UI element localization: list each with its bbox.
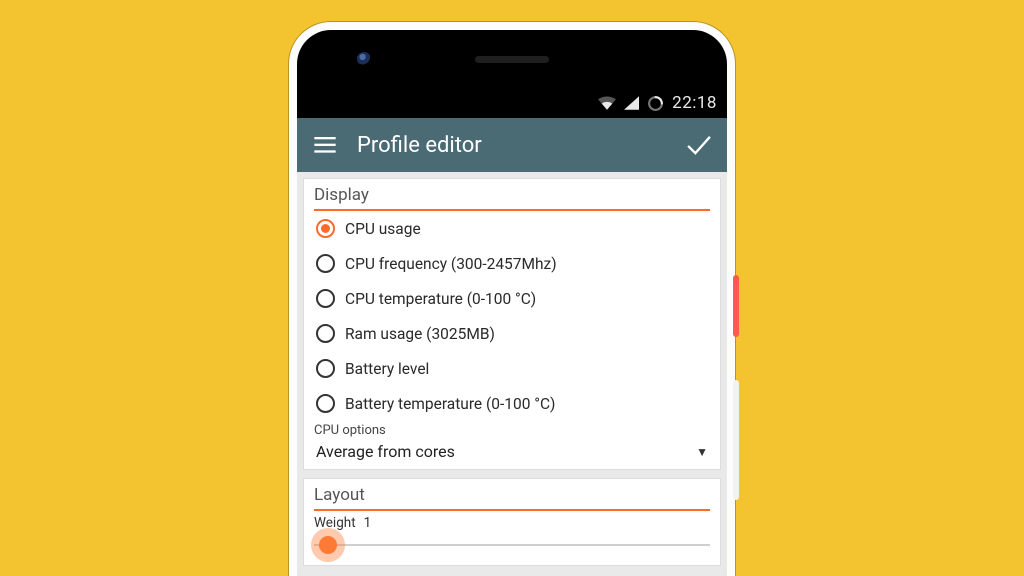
front-camera-icon xyxy=(357,52,371,66)
speaker-grille xyxy=(475,56,549,63)
wifi-icon xyxy=(598,96,616,110)
display-option-label: CPU usage xyxy=(345,220,421,238)
display-option[interactable]: Battery temperature (0-100 °C) xyxy=(314,386,710,421)
radio-icon xyxy=(316,219,335,238)
loading-spinner-icon xyxy=(647,95,664,112)
cpu-options-dropdown[interactable]: Average from cores ▼ xyxy=(314,438,710,461)
display-option[interactable]: Ram usage (3025MB) xyxy=(314,316,710,351)
weight-slider[interactable] xyxy=(314,533,710,557)
display-option-label: CPU temperature (0-100 °C) xyxy=(345,290,536,308)
display-option-label: Battery temperature (0-100 °C) xyxy=(345,395,555,413)
app-bar: Profile editor xyxy=(297,118,727,172)
display-option-label: CPU frequency (300-2457Mhz) xyxy=(345,255,557,273)
display-option[interactable]: CPU temperature (0-100 °C) xyxy=(314,281,710,316)
phone-speaker-area xyxy=(297,30,727,88)
slider-thumb[interactable] xyxy=(319,536,337,554)
phone-frame: 22:18 Profile editor Display C xyxy=(289,22,735,576)
dropdown-arrow-icon: ▼ xyxy=(696,445,708,459)
radio-icon xyxy=(316,254,335,273)
weight-value: 1 xyxy=(364,515,372,531)
radio-icon xyxy=(316,324,335,343)
cell-signal-icon xyxy=(624,96,639,110)
layout-section: Layout Weight 1 xyxy=(303,478,721,566)
radio-icon xyxy=(316,394,335,413)
radio-icon xyxy=(316,359,335,378)
display-option-label: Ram usage (3025MB) xyxy=(345,325,495,343)
power-button[interactable] xyxy=(733,275,739,337)
cpu-options-value: Average from cores xyxy=(316,442,455,461)
display-option[interactable]: Battery level xyxy=(314,351,710,386)
display-option-label: Battery level xyxy=(345,360,429,378)
confirm-button[interactable] xyxy=(685,131,713,159)
volume-button[interactable] xyxy=(733,380,739,500)
slider-track xyxy=(314,544,710,546)
display-option[interactable]: CPU frequency (300-2457Mhz) xyxy=(314,246,710,281)
layout-heading: Layout xyxy=(314,483,710,511)
cpu-options-label: CPU options xyxy=(314,423,710,438)
page-title: Profile editor xyxy=(357,133,667,158)
status-bar: 22:18 xyxy=(297,88,727,118)
menu-button[interactable] xyxy=(311,131,339,159)
status-clock: 22:18 xyxy=(672,93,717,113)
screen-content: Display CPU usage CPU frequency (300-2457… xyxy=(297,172,727,576)
display-option[interactable]: CPU usage xyxy=(314,211,710,246)
weight-label: Weight xyxy=(314,515,356,531)
radio-icon xyxy=(316,289,335,308)
display-section: Display CPU usage CPU frequency (300-2457… xyxy=(303,178,721,470)
display-heading: Display xyxy=(314,183,710,211)
